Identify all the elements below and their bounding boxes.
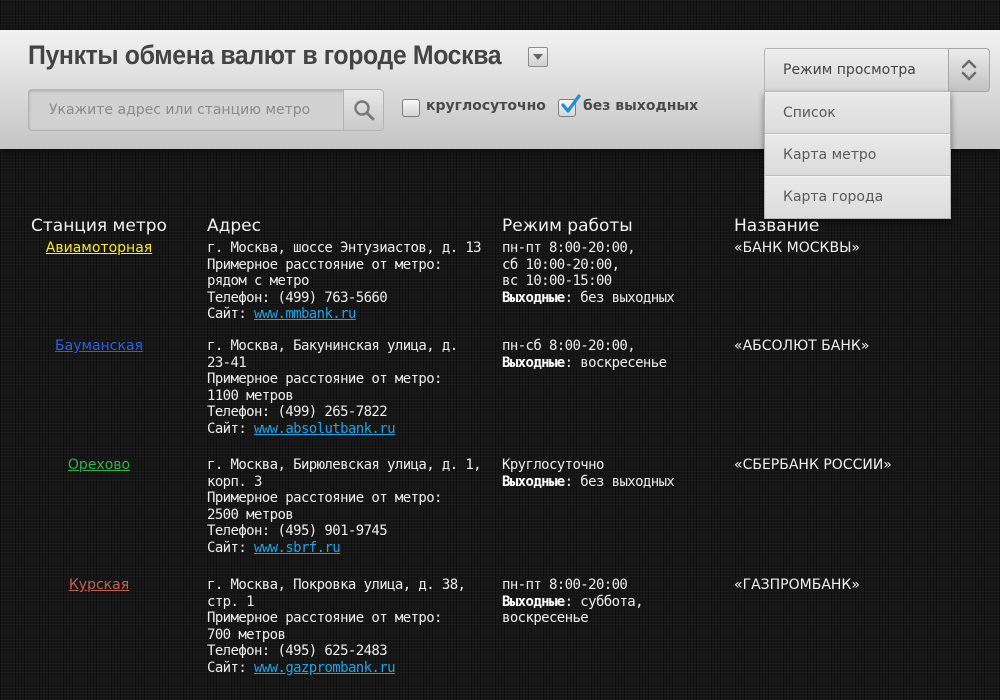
chevron-down-icon xyxy=(533,54,543,60)
days-off-label: Выходные xyxy=(502,289,565,306)
days-off-value: : без выходных xyxy=(564,289,675,306)
site-link[interactable]: www.absolutbank.ru xyxy=(254,421,396,437)
site-label: Сайт: xyxy=(207,420,247,437)
hours-line: сб 10:00-20:00, xyxy=(502,256,620,273)
checkmark-icon xyxy=(561,94,581,113)
address-line: Примерное расстояние от метро: xyxy=(207,610,442,626)
filter-no-days-off-label: без выходных xyxy=(583,98,699,114)
site-link[interactable]: www.gazprombank.ru xyxy=(254,660,396,676)
station-link[interactable]: Бауманская xyxy=(30,338,168,354)
station-link[interactable]: Курская xyxy=(30,577,168,593)
filter-no-days-off-checkbox[interactable] xyxy=(558,94,581,117)
column-header-address: Адрес xyxy=(207,216,261,236)
phone-text: Телефон: (495) 901-9745 xyxy=(207,523,388,539)
site-label: Сайт: xyxy=(207,659,247,676)
search-input[interactable] xyxy=(29,90,343,130)
days-off-extra: воскресенье xyxy=(502,610,589,626)
hours-line: вс 10:00-15:00 xyxy=(502,273,612,289)
phone-text: Телефон: (495) 625-2483 xyxy=(207,643,388,659)
view-option-city-map[interactable]: Карта города xyxy=(765,176,950,218)
address-cell: г. Москва, Бирюлевская улица, д. 1, корп… xyxy=(207,457,497,556)
city-dropdown-button[interactable] xyxy=(528,47,548,67)
phone-text: Телефон: (499) 763-5660 xyxy=(207,289,388,306)
hours-line: пн-сб 8:00-20:00, xyxy=(502,338,636,354)
address-line: 1100 метров xyxy=(207,387,294,404)
station-link[interactable]: Орехово xyxy=(30,457,168,473)
site-link[interactable]: www.mmbank.ru xyxy=(254,306,356,322)
bank-name: «СБЕРБАНК РОССИИ» xyxy=(734,457,892,473)
station-link[interactable]: Авиамоторная xyxy=(30,240,168,256)
days-off-value: : без выходных xyxy=(564,473,675,490)
address-line: 23-41 xyxy=(207,354,247,371)
search-icon xyxy=(353,100,374,121)
address-line: рядом с метро xyxy=(207,273,309,289)
bank-name: «ГАЗПРОМБАНК» xyxy=(734,577,860,593)
address-cell: г. Москва, Покровка улица, д. 38, стр. 1… xyxy=(207,577,497,676)
days-off-label: Выходные xyxy=(502,354,565,371)
view-mode-toggle[interactable] xyxy=(948,48,990,92)
view-mode-select[interactable]: Режим просмотра xyxy=(764,48,990,92)
hours-cell: пн-сб 8:00-20:00, Выходные: воскресенье xyxy=(502,338,727,371)
view-mode-label[interactable]: Режим просмотра xyxy=(764,48,949,92)
page-title: Пункты обмена валют в городе Москва xyxy=(28,40,502,70)
hours-line: пн-пт 8:00-20:00 xyxy=(502,577,628,593)
address-line: 2500 метров xyxy=(207,506,294,523)
view-option-list[interactable]: Список xyxy=(765,92,950,134)
site-label: Сайт: xyxy=(207,306,247,322)
phone-text: Телефон: (499) 265-7822 xyxy=(207,404,388,420)
filter-24h-checkbox[interactable] xyxy=(402,99,420,117)
address-cell: г. Москва, Бакунинская улица, д. 23-41 П… xyxy=(207,338,497,437)
site-label: Сайт: xyxy=(207,539,247,556)
address-line: стр. 1 xyxy=(207,593,255,610)
column-header-hours: Режим работы xyxy=(502,216,633,236)
days-off-value: : воскресенье xyxy=(564,354,667,371)
address-line: Примерное расстояние от метро: xyxy=(207,256,442,273)
bank-name: «БАНК МОСКВЫ» xyxy=(734,240,860,256)
updown-chevron-icon xyxy=(961,59,977,81)
hours-cell: пн-пт 8:00-20:00, сб 10:00-20:00, вс 10:… xyxy=(502,240,727,306)
address-line: г. Москва, Бакунинская улица, д. xyxy=(207,338,458,354)
address-line: г. Москва, Покровка улица, д. 38, xyxy=(207,577,466,593)
address-line: г. Москва, Бирюлевская улица, д. 1, xyxy=(207,457,482,473)
address-line: г. Москва, шоссе Энтузиастов, д. 13 xyxy=(207,240,482,256)
bank-name: «АБСОЛЮТ БАНК» xyxy=(734,338,870,354)
view-option-metro-map[interactable]: Карта метро xyxy=(765,134,950,176)
column-header-station: Станция метро xyxy=(31,216,167,236)
filter-24h-label: круглосуточно xyxy=(426,98,546,114)
days-off-label: Выходные xyxy=(502,473,565,490)
days-off-label: Выходные xyxy=(502,593,565,610)
address-cell: г. Москва, шоссе Энтузиастов, д. 13 Прим… xyxy=(207,240,497,323)
view-mode-menu: Список Карта метро Карта города xyxy=(764,91,951,219)
address-line: корп. 3 xyxy=(207,473,262,490)
hours-cell: Круглосуточно Выходные: без выходных xyxy=(502,457,727,490)
hours-line: пн-пт 8:00-20:00, xyxy=(502,240,636,256)
search-box xyxy=(28,89,384,131)
address-line: Примерное расстояние от метро: xyxy=(207,490,442,506)
site-link[interactable]: www.sbrf.ru xyxy=(254,540,341,556)
hours-line: Круглосуточно xyxy=(502,457,604,473)
column-header-name: Название xyxy=(734,216,820,236)
address-line: 700 метров xyxy=(207,626,286,643)
hours-cell: пн-пт 8:00-20:00 Выходные: суббота, воск… xyxy=(502,577,727,627)
search-button[interactable] xyxy=(343,90,383,130)
address-line: Примерное расстояние от метро: xyxy=(207,371,442,387)
days-off-value: : суббота, xyxy=(564,593,644,610)
